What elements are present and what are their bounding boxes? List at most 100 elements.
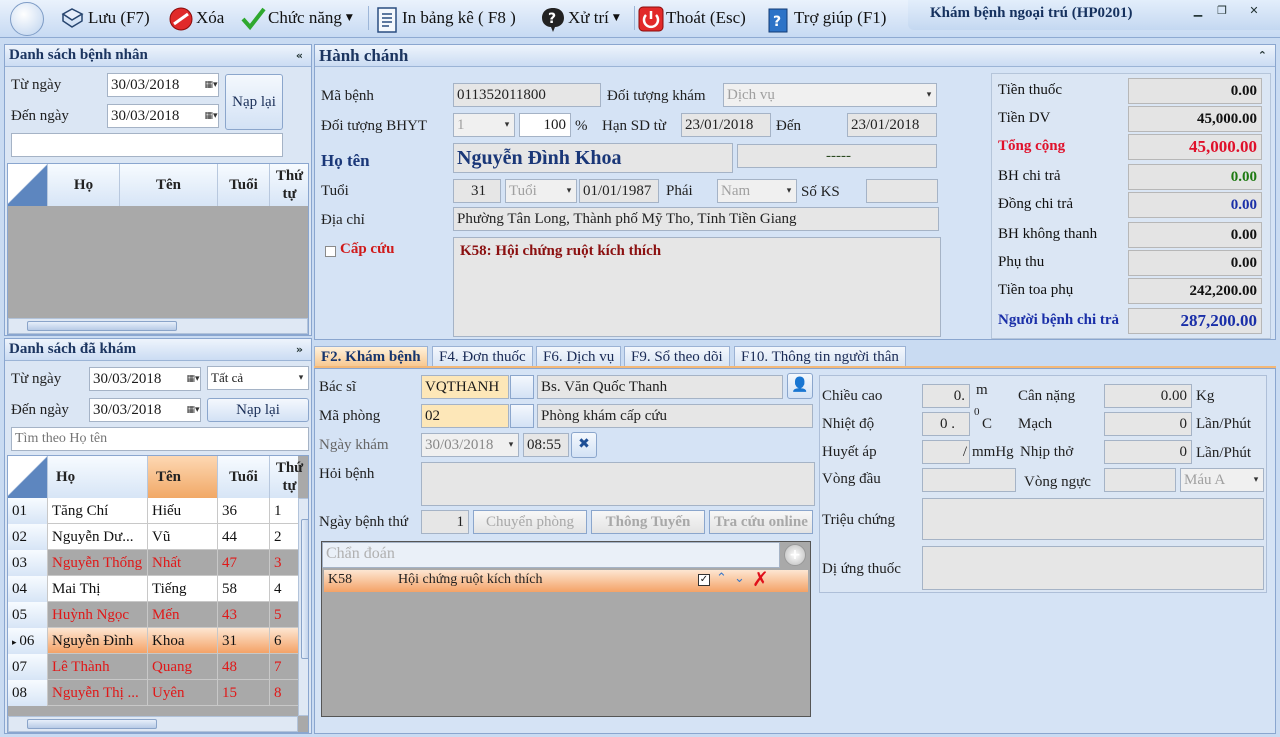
percent-field[interactable]: 100	[519, 113, 571, 137]
tab-dich-vu[interactable]: F6. Dịch vụ	[536, 346, 622, 368]
tuoi-field[interactable]: 31	[453, 179, 501, 203]
table-row[interactable]: 07 Lê Thành Quang 48 7	[8, 654, 298, 680]
bhyt-select[interactable]: 1 ▾	[453, 113, 515, 137]
bac-si-lookup-button[interactable]	[510, 375, 534, 399]
ma-phong-name-field[interactable]: Phòng khám cấp cứu	[537, 404, 813, 428]
restore-icon[interactable]: ❐	[1214, 4, 1230, 18]
tuoi-unit-select[interactable]: Tuổi ▾	[505, 179, 577, 203]
nhiet-do-field[interactable]: 0 .	[922, 412, 970, 436]
mach-field[interactable]: 0	[1104, 412, 1192, 436]
table-row[interactable]: 02 Nguyễn Dư... Vũ 44 2	[8, 524, 298, 550]
dob-field[interactable]: 01/01/1987	[579, 179, 659, 203]
ma-benh-field[interactable]: 011352011800	[453, 83, 601, 107]
dia-chi-field[interactable]: Phường Tân Long, Thành phố Mỹ Tho, Tỉnh …	[453, 207, 939, 231]
trieu-chung-field[interactable]	[922, 498, 1264, 540]
print-button[interactable]: In bảng kê ( F8 )	[374, 3, 516, 33]
table-row[interactable]: 08 Nguyễn Thị ... Uyên 15 8	[8, 680, 298, 706]
phai-select[interactable]: Nam ▾	[717, 179, 797, 203]
move-up-icon[interactable]: ⌃	[716, 571, 727, 586]
exit-button[interactable]: Thoát (Esc)	[638, 3, 746, 33]
chevron-down-icon[interactable]: ▾	[562, 180, 576, 202]
chevron-down-icon[interactable]: ▾	[922, 84, 936, 106]
column-header[interactable]: Thứ tự	[270, 164, 308, 206]
extra-field[interactable]: -----	[737, 144, 937, 168]
tra-cuu-online-button[interactable]: Tra cứu online	[709, 510, 813, 534]
to-date-input[interactable]: 30/03/2018 ▦▾	[107, 104, 219, 128]
han-sd-tu-field[interactable]: 23/01/2018	[681, 113, 771, 137]
column-header[interactable]: Thứ tự	[270, 456, 308, 498]
doctor-settings-button[interactable]: 👤	[787, 373, 813, 399]
collapse-icon[interactable]: »	[296, 339, 303, 360]
calendar-dropdown-icon[interactable]: ▦▾	[186, 368, 200, 390]
diagnosis-note-field[interactable]: K58: Hội chứng ruột kích thích	[453, 237, 941, 337]
functions-button[interactable]: Chức năng ▼	[240, 3, 353, 33]
filter-select[interactable]: Tất cả ▾	[207, 366, 309, 390]
table-row[interactable]: 04 Mai Thị Tiếng 58 4	[8, 576, 298, 602]
reload-button[interactable]: Nạp lại	[225, 74, 283, 130]
chevron-down-icon[interactable]: ▾	[294, 367, 308, 389]
nhip-tho-field[interactable]: 0	[1104, 440, 1192, 464]
chuyen-phong-button[interactable]: Chuyển phòng	[473, 510, 587, 534]
select-all-corner[interactable]	[8, 456, 48, 498]
table-row[interactable]: 01 Tăng Chí Hiếu 36 1	[8, 498, 298, 524]
minimize-icon[interactable]: ▁	[1190, 4, 1206, 18]
calendar-dropdown-icon[interactable]: ▦▾	[204, 74, 218, 96]
time-tool-button[interactable]: ✖	[571, 432, 597, 458]
tab-don-thuoc[interactable]: F4. Đơn thuốc	[432, 346, 533, 368]
horizontal-scrollbar[interactable]	[8, 716, 298, 732]
blood-type-select[interactable]: Máu A ▾	[1180, 468, 1264, 492]
chan-doan-input[interactable]: Chẩn đoán	[322, 542, 780, 568]
delete-button[interactable]: Xóa	[168, 3, 224, 33]
huyet-ap-field[interactable]: /	[922, 440, 970, 464]
tab-so-theo-doi[interactable]: F9. Sổ theo dõi	[624, 346, 730, 368]
name-search-input[interactable]	[11, 427, 309, 451]
tab-kham-benh[interactable]: F2. Khám bệnh	[314, 346, 428, 368]
table-row[interactable]: ▸ 06 Nguyễn Đình Khoa 31 6	[8, 628, 298, 654]
ho-ten-field[interactable]: Nguyễn Đình Khoa	[453, 143, 733, 173]
cap-cuu-checkbox[interactable]	[325, 246, 336, 257]
app-logo-icon[interactable]	[10, 2, 44, 36]
calendar-dropdown-icon[interactable]: ▦▾	[204, 105, 218, 127]
delete-diagnosis-icon[interactable]: ✗	[752, 567, 769, 591]
vong-nguc-field[interactable]	[1104, 468, 1176, 492]
thong-tuyen-button[interactable]: Thông Tuyến	[591, 510, 705, 534]
collapse-up-icon[interactable]: ⌃	[1258, 45, 1267, 66]
ma-phong-lookup-button[interactable]	[510, 404, 534, 428]
gio-kham-field[interactable]: 08:55	[523, 433, 569, 457]
diagnosis-row[interactable]: K58 Hội chứng ruột kích thích ✓ ⌃ ⌄ ✗	[324, 567, 808, 592]
ma-phong-code-field[interactable]: 02	[421, 404, 509, 428]
tab-thong-tin-nguoi-than[interactable]: F10. Thông tin người thân	[734, 346, 906, 368]
save-button[interactable]: Lưu (F7)	[60, 3, 150, 33]
handle-button[interactable]: ? Xử trí ▼	[540, 3, 620, 33]
add-diagnosis-icon[interactable]: +	[784, 544, 806, 566]
column-header[interactable]: Tên	[120, 164, 218, 206]
han-sd-den-field[interactable]: 23/01/2018	[847, 113, 937, 137]
vertical-scrollbar[interactable]	[298, 498, 308, 716]
reload-button[interactable]: Nạp lại	[207, 398, 309, 422]
calendar-dropdown-icon[interactable]: ▦▾	[186, 399, 200, 421]
ngay-benh-field[interactable]: 1	[421, 510, 469, 534]
column-header[interactable]: Tuổi	[218, 164, 270, 206]
chevron-down-icon[interactable]: ▾	[504, 434, 518, 456]
horizontal-scrollbar[interactable]	[8, 318, 308, 334]
vong-dau-field[interactable]	[922, 468, 1016, 492]
column-header[interactable]: Tuổi	[218, 456, 270, 498]
chevron-down-icon[interactable]: ▾	[782, 180, 796, 202]
chevron-down-icon[interactable]: ▾	[1249, 469, 1263, 491]
from-date-input[interactable]: 30/03/2018 ▦▾	[107, 73, 219, 97]
column-header[interactable]: Họ	[48, 164, 120, 206]
doi-tuong-kham-select[interactable]: Dịch vụ ▾	[723, 83, 937, 107]
close-icon[interactable]: ✕	[1246, 4, 1262, 18]
move-down-icon[interactable]: ⌄	[734, 571, 745, 586]
so-ks-field[interactable]	[866, 179, 938, 203]
to-date-input[interactable]: 30/03/2018 ▦▾	[89, 398, 201, 422]
patient-search-input[interactable]	[11, 133, 283, 157]
bac-si-code-field[interactable]: VQTHANH	[421, 375, 509, 399]
chevron-down-icon[interactable]: ▾	[500, 114, 514, 136]
select-all-corner[interactable]	[8, 164, 48, 206]
table-row[interactable]: 03 Nguyễn Thống Nhất 47 3	[8, 550, 298, 576]
di-ung-field[interactable]	[922, 546, 1264, 590]
help-button[interactable]: ? Trợ giúp (F1)	[766, 3, 886, 33]
diagnosis-checkbox[interactable]: ✓	[698, 574, 710, 586]
collapse-icon[interactable]: «	[296, 45, 303, 66]
